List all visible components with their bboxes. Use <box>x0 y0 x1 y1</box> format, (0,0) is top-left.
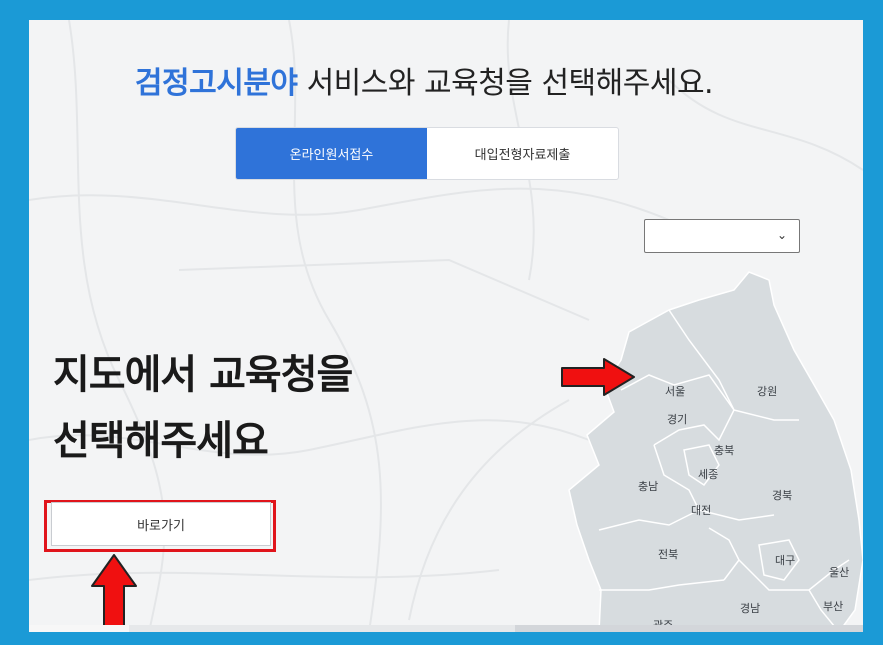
map-label-ulsan[interactable]: 울산 <box>829 566 849 579</box>
bottom-scroll-strip <box>29 625 863 632</box>
service-tabs: 온라인원서접수 대입전형자료제출 <box>235 127 619 180</box>
red-arrow-right-icon <box>561 358 635 396</box>
red-arrow-up-icon <box>91 554 137 631</box>
tab-online-application[interactable]: 온라인원서접수 <box>236 128 427 179</box>
map-instruction-heading: 지도에서 교육청을 선택해주세요 <box>53 342 483 474</box>
page-title-accent: 검정고시분야 <box>134 66 298 101</box>
map-label-gyeongbuk[interactable]: 경북 <box>772 489 792 502</box>
tab-admission-data-submission[interactable]: 대입전형자료제출 <box>427 128 618 179</box>
map-label-gyeongnam[interactable]: 경남 <box>740 602 760 615</box>
map-label-seoul[interactable]: 서울 <box>665 385 685 398</box>
map-label-chungbuk[interactable]: 충북 <box>714 444 734 457</box>
map-label-sejong[interactable]: 세종 <box>698 468 718 481</box>
map-label-gyeonggi[interactable]: 경기 <box>667 413 687 426</box>
chevron-down-icon: ⌄ <box>776 228 787 242</box>
korea-region-map: 서울 강원 경기 충북 충남 세종 대전 경북 전북 대구 울산 경남 부산 광… <box>568 271 863 632</box>
page-title: 검정고시분야 서비스와 교육청을 선택해주세요. <box>29 58 819 102</box>
page-title-rest: 서비스와 교육청을 선택해주세요. <box>297 66 714 101</box>
page-frame: 검정고시분야 서비스와 교육청을 선택해주세요. 온라인원서접수 대입전형자료제… <box>29 20 863 632</box>
map-label-daejeon[interactable]: 대전 <box>691 504 711 517</box>
bottom-strip-right <box>515 625 863 632</box>
map-label-daegu[interactable]: 대구 <box>775 554 795 567</box>
map-instruction-line1: 지도에서 교육청을 <box>53 352 353 398</box>
bottom-strip-left <box>29 625 129 632</box>
map-label-gangwon[interactable]: 강원 <box>757 385 777 398</box>
map-label-jeonbuk[interactable]: 전북 <box>658 548 678 561</box>
map-instruction-line2: 선택해주세요 <box>53 418 269 464</box>
map-label-busan[interactable]: 부산 <box>823 600 843 613</box>
map-label-chungnam[interactable]: 충남 <box>638 480 658 493</box>
region-select[interactable]: ⌄ <box>644 219 800 253</box>
go-button[interactable]: 바로가기 <box>51 502 271 546</box>
